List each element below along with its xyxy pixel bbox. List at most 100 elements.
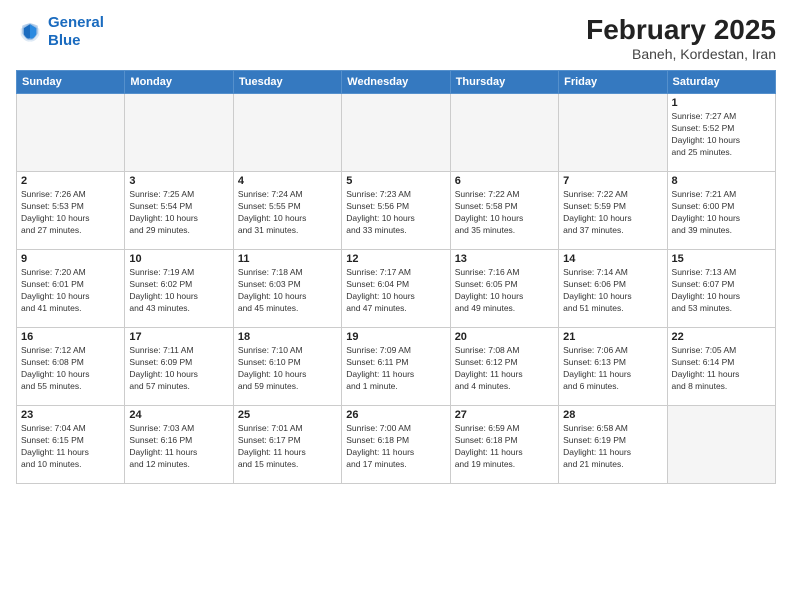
day-number: 10 [129,253,228,265]
day-number: 28 [563,409,662,421]
calendar-cell-0-2 [233,94,341,172]
day-number: 17 [129,331,228,343]
logo: General Blue [16,14,104,50]
day-info: Sunrise: 7:05 AM Sunset: 6:14 PM Dayligh… [672,345,771,393]
day-info: Sunrise: 6:59 AM Sunset: 6:18 PM Dayligh… [455,423,554,471]
day-number: 13 [455,253,554,265]
day-number: 22 [672,331,771,343]
day-number: 4 [238,175,337,187]
day-info: Sunrise: 7:16 AM Sunset: 6:05 PM Dayligh… [455,267,554,315]
col-monday: Monday [125,71,233,94]
calendar-cell-1-2: 4 Sunrise: 7:24 AM Sunset: 5:55 PM Daylig… [233,172,341,250]
calendar-week-1: 2 Sunrise: 7:26 AM Sunset: 5:53 PM Daylig… [17,172,776,250]
calendar-header-row: Sunday Monday Tuesday Wednesday Thursday… [17,71,776,94]
day-info: Sunrise: 7:19 AM Sunset: 6:02 PM Dayligh… [129,267,228,315]
day-number: 25 [238,409,337,421]
logo-icon [16,18,44,46]
day-number: 3 [129,175,228,187]
day-number: 8 [672,175,771,187]
day-number: 19 [346,331,445,343]
calendar-cell-3-0: 16 Sunrise: 7:12 AM Sunset: 6:08 PM Dayli… [17,328,125,406]
day-number: 6 [455,175,554,187]
day-info: Sunrise: 7:24 AM Sunset: 5:55 PM Dayligh… [238,189,337,237]
day-number: 9 [21,253,120,265]
month-year: February 2025 [586,14,776,46]
day-number: 16 [21,331,120,343]
day-number: 2 [21,175,120,187]
logo-line2: Blue [48,32,104,50]
logo-line1: General [48,14,104,31]
col-saturday: Saturday [667,71,775,94]
calendar-cell-2-3: 12 Sunrise: 7:17 AM Sunset: 6:04 PM Dayli… [342,250,450,328]
calendar-cell-1-6: 8 Sunrise: 7:21 AM Sunset: 6:00 PM Daylig… [667,172,775,250]
calendar-cell-4-2: 25 Sunrise: 7:01 AM Sunset: 6:17 PM Dayli… [233,406,341,484]
day-info: Sunrise: 7:17 AM Sunset: 6:04 PM Dayligh… [346,267,445,315]
day-number: 14 [563,253,662,265]
day-number: 7 [563,175,662,187]
day-info: Sunrise: 7:01 AM Sunset: 6:17 PM Dayligh… [238,423,337,471]
calendar-cell-4-1: 24 Sunrise: 7:03 AM Sunset: 6:16 PM Dayli… [125,406,233,484]
day-number: 1 [672,97,771,109]
calendar-cell-4-4: 27Sunrise: 6:59 AM Sunset: 6:18 PM Dayli… [450,406,558,484]
day-number: 20 [455,331,554,343]
calendar-cell-2-0: 9Sunrise: 7:20 AM Sunset: 6:01 PM Daylig… [17,250,125,328]
day-number: 24 [129,409,228,421]
day-info: Sunrise: 7:26 AM Sunset: 5:53 PM Dayligh… [21,189,120,237]
calendar-cell-2-2: 11 Sunrise: 7:18 AM Sunset: 6:03 PM Dayli… [233,250,341,328]
day-info: Sunrise: 7:27 AM Sunset: 5:52 PM Dayligh… [672,111,771,159]
day-info: Sunrise: 7:25 AM Sunset: 5:54 PM Dayligh… [129,189,228,237]
day-info: Sunrise: 7:08 AM Sunset: 6:12 PM Dayligh… [455,345,554,393]
logo-text: General Blue [48,14,104,50]
calendar-cell-1-4: 6 Sunrise: 7:22 AM Sunset: 5:58 PM Daylig… [450,172,558,250]
calendar-week-0: 1 Sunrise: 7:27 AM Sunset: 5:52 PM Daylig… [17,94,776,172]
calendar-cell-3-1: 17 Sunrise: 7:11 AM Sunset: 6:09 PM Dayli… [125,328,233,406]
day-info: Sunrise: 7:04 AM Sunset: 6:15 PM Dayligh… [21,423,120,471]
day-info: Sunrise: 7:12 AM Sunset: 6:08 PM Dayligh… [21,345,120,393]
calendar-cell-3-4: 20 Sunrise: 7:08 AM Sunset: 6:12 PM Dayli… [450,328,558,406]
header: General Blue February 2025 Baneh, Kordes… [16,14,776,62]
calendar-cell-0-1 [125,94,233,172]
day-info: Sunrise: 6:58 AM Sunset: 6:19 PM Dayligh… [563,423,662,471]
day-info: Sunrise: 7:18 AM Sunset: 6:03 PM Dayligh… [238,267,337,315]
day-info: Sunrise: 7:21 AM Sunset: 6:00 PM Dayligh… [672,189,771,237]
calendar-cell-1-0: 2 Sunrise: 7:26 AM Sunset: 5:53 PM Daylig… [17,172,125,250]
day-info: Sunrise: 7:22 AM Sunset: 5:58 PM Dayligh… [455,189,554,237]
day-info: Sunrise: 7:06 AM Sunset: 6:13 PM Dayligh… [563,345,662,393]
calendar-cell-4-0: 23Sunrise: 7:04 AM Sunset: 6:15 PM Dayli… [17,406,125,484]
calendar-body: 1 Sunrise: 7:27 AM Sunset: 5:52 PM Daylig… [17,94,776,484]
calendar-week-4: 23Sunrise: 7:04 AM Sunset: 6:15 PM Dayli… [17,406,776,484]
calendar-cell-2-5: 14Sunrise: 7:14 AM Sunset: 6:06 PM Dayli… [559,250,667,328]
title-block: February 2025 Baneh, Kordestan, Iran [586,14,776,62]
location: Baneh, Kordestan, Iran [586,46,776,62]
page: General Blue February 2025 Baneh, Kordes… [0,0,792,612]
day-info: Sunrise: 7:09 AM Sunset: 6:11 PM Dayligh… [346,345,445,393]
day-info: Sunrise: 7:00 AM Sunset: 6:18 PM Dayligh… [346,423,445,471]
calendar-cell-1-1: 3 Sunrise: 7:25 AM Sunset: 5:54 PM Daylig… [125,172,233,250]
day-number: 15 [672,253,771,265]
calendar-cell-3-2: 18 Sunrise: 7:10 AM Sunset: 6:10 PM Dayli… [233,328,341,406]
calendar-cell-2-6: 15Sunrise: 7:13 AM Sunset: 6:07 PM Dayli… [667,250,775,328]
calendar: Sunday Monday Tuesday Wednesday Thursday… [16,70,776,484]
calendar-week-3: 16 Sunrise: 7:12 AM Sunset: 6:08 PM Dayli… [17,328,776,406]
calendar-cell-0-0 [17,94,125,172]
col-wednesday: Wednesday [342,71,450,94]
day-info: Sunrise: 7:23 AM Sunset: 5:56 PM Dayligh… [346,189,445,237]
calendar-cell-2-1: 10 Sunrise: 7:19 AM Sunset: 6:02 PM Dayli… [125,250,233,328]
calendar-cell-4-5: 28 Sunrise: 6:58 AM Sunset: 6:19 PM Dayli… [559,406,667,484]
day-info: Sunrise: 7:10 AM Sunset: 6:10 PM Dayligh… [238,345,337,393]
calendar-week-2: 9Sunrise: 7:20 AM Sunset: 6:01 PM Daylig… [17,250,776,328]
day-number: 18 [238,331,337,343]
col-friday: Friday [559,71,667,94]
day-info: Sunrise: 7:11 AM Sunset: 6:09 PM Dayligh… [129,345,228,393]
calendar-cell-4-6 [667,406,775,484]
day-number: 11 [238,253,337,265]
calendar-cell-0-4 [450,94,558,172]
calendar-cell-3-5: 21 Sunrise: 7:06 AM Sunset: 6:13 PM Dayli… [559,328,667,406]
day-number: 12 [346,253,445,265]
calendar-cell-3-6: 22 Sunrise: 7:05 AM Sunset: 6:14 PM Dayli… [667,328,775,406]
day-number: 26 [346,409,445,421]
day-info: Sunrise: 7:03 AM Sunset: 6:16 PM Dayligh… [129,423,228,471]
calendar-cell-4-3: 26 Sunrise: 7:00 AM Sunset: 6:18 PM Dayli… [342,406,450,484]
day-number: 21 [563,331,662,343]
day-info: Sunrise: 7:22 AM Sunset: 5:59 PM Dayligh… [563,189,662,237]
